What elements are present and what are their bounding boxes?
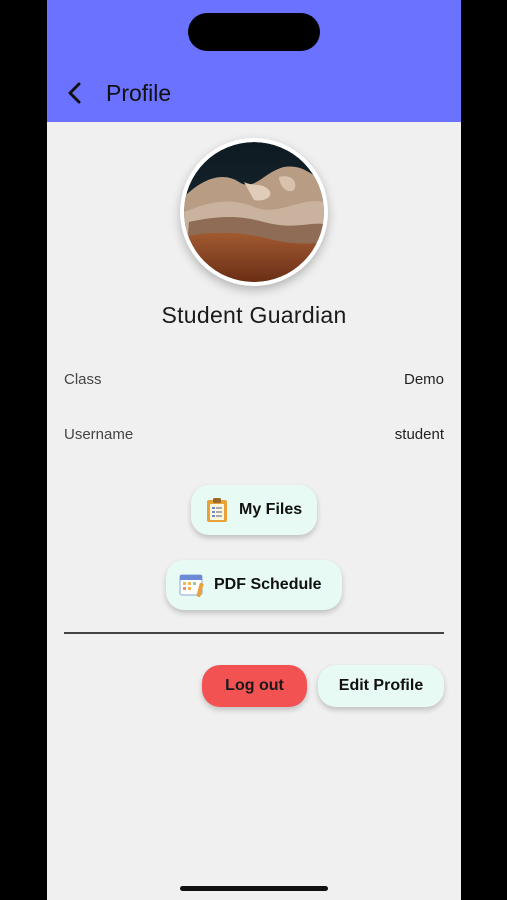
app-bar: Profile [47, 0, 461, 122]
clipboard-icon [207, 498, 227, 522]
my-files-label: My Files [239, 501, 303, 518]
home-indicator[interactable] [180, 886, 328, 891]
avatar [180, 138, 328, 286]
pdf-schedule-label: PDF Schedule [214, 576, 322, 593]
chevron-left-icon [68, 82, 81, 104]
divider [64, 632, 444, 634]
edit-profile-button[interactable]: Edit Profile [318, 665, 444, 707]
calendar-pencil-icon [179, 574, 204, 598]
class-label: Class [64, 371, 102, 388]
profile-name: Student Guardian [161, 302, 347, 328]
desert-rock-photo [184, 142, 324, 282]
page-title: Profile [106, 80, 172, 106]
back-button[interactable] [61, 78, 89, 108]
logout-button[interactable]: Log out [202, 665, 307, 707]
username-label: Username [64, 426, 134, 443]
dynamic-island [188, 13, 320, 51]
profile-screen: Profile Student Guardian Class Demo User… [47, 0, 461, 900]
class-value: Demo [403, 371, 444, 388]
pdf-schedule-button[interactable]: PDF Schedule [166, 560, 342, 610]
username-value: student [394, 426, 444, 443]
my-files-button[interactable]: My Files [191, 485, 317, 535]
